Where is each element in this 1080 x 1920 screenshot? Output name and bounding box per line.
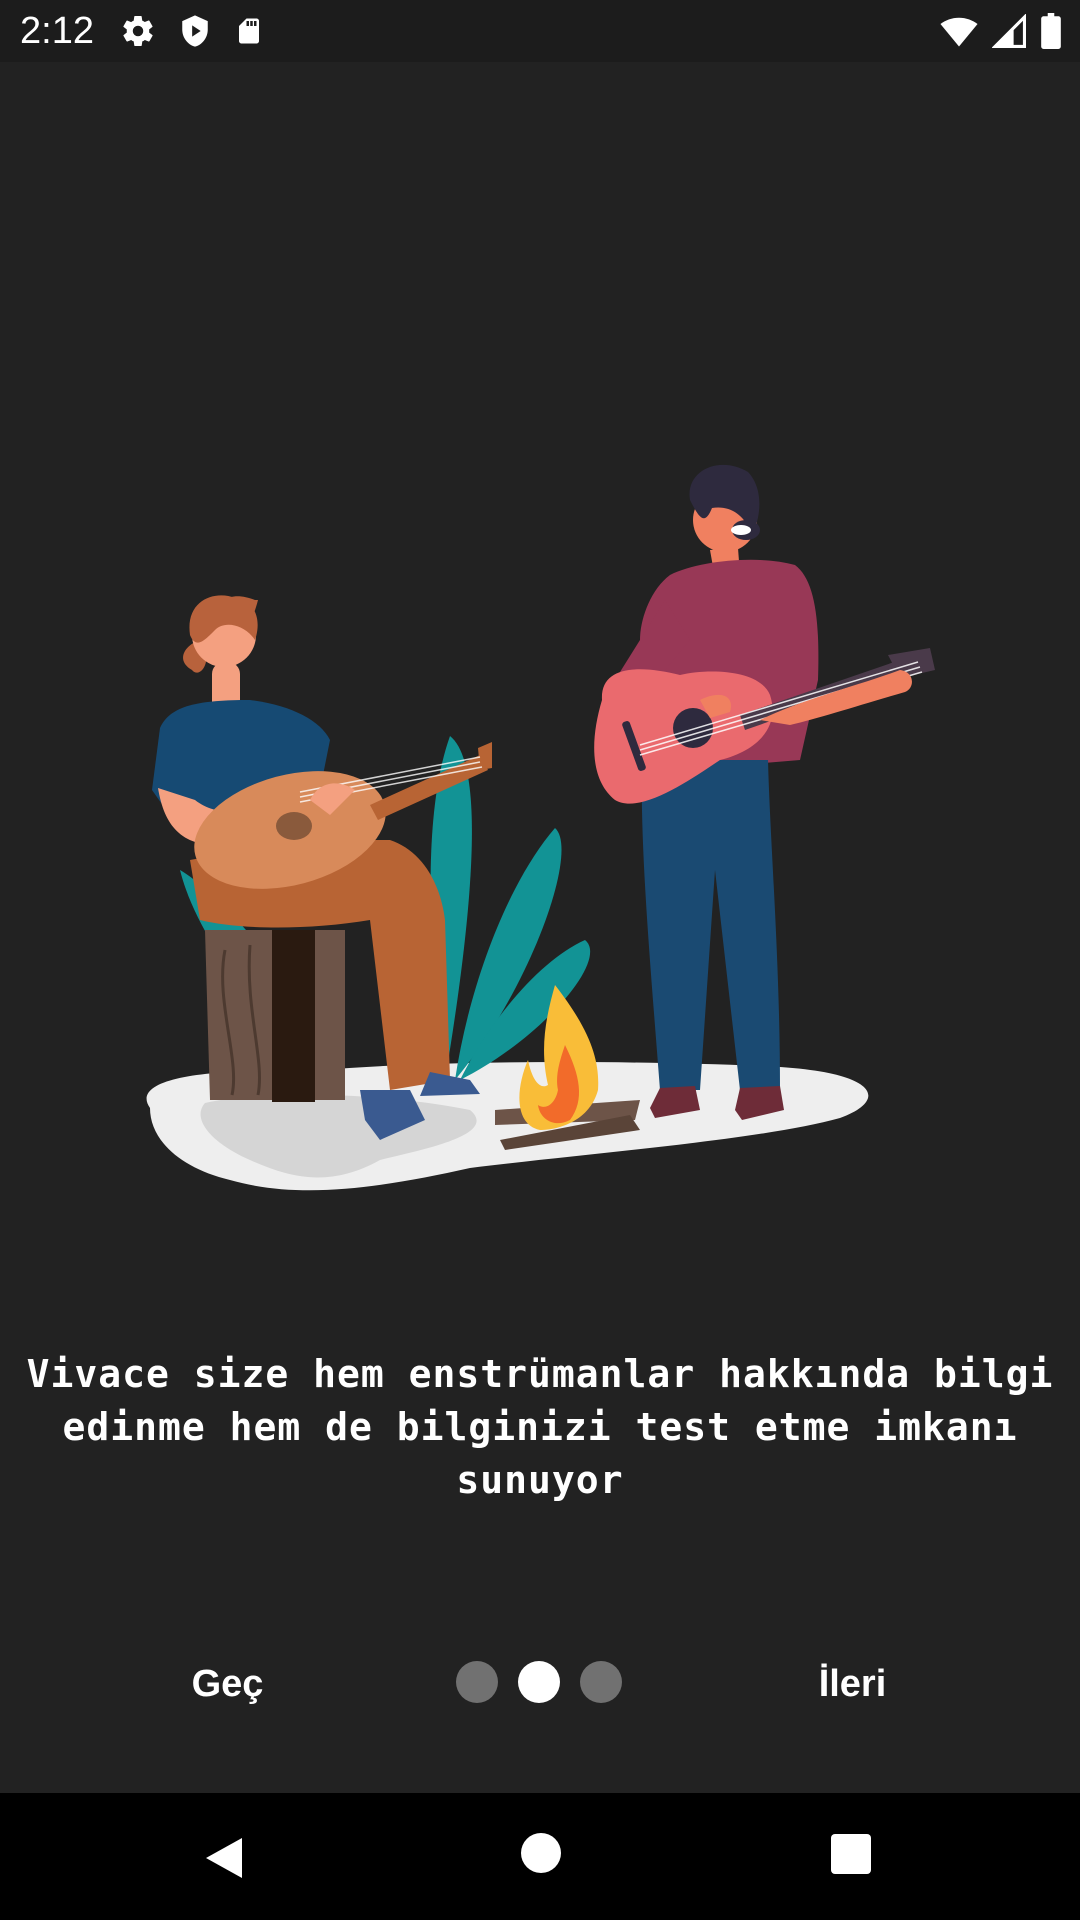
status-bar: 2:12 — [0, 0, 1080, 62]
next-button[interactable]: İleri — [785, 1655, 920, 1713]
cell-signal-icon — [992, 14, 1026, 48]
recents-icon[interactable] — [831, 1834, 871, 1874]
two-guitarists-campfire-illustration — [140, 455, 940, 1215]
shield-play-icon — [178, 13, 212, 49]
sd-card-icon — [234, 13, 264, 49]
page-dot-2-active — [518, 1661, 560, 1703]
page-dot-3 — [580, 1661, 622, 1703]
page-dot-1 — [456, 1661, 498, 1703]
navigation-bar — [0, 1793, 1080, 1920]
page-indicator — [456, 1661, 622, 1703]
skip-button[interactable]: Geç — [160, 1655, 295, 1713]
back-icon[interactable] — [200, 1833, 250, 1883]
wifi-icon — [940, 14, 978, 48]
onboarding-description: Vivace size hem enstrümanlar hakkında bi… — [26, 1352, 1054, 1502]
battery-icon — [1040, 13, 1062, 49]
gear-icon — [120, 13, 156, 49]
status-time: 2:12 — [20, 10, 94, 52]
home-icon[interactable] — [521, 1833, 561, 1873]
